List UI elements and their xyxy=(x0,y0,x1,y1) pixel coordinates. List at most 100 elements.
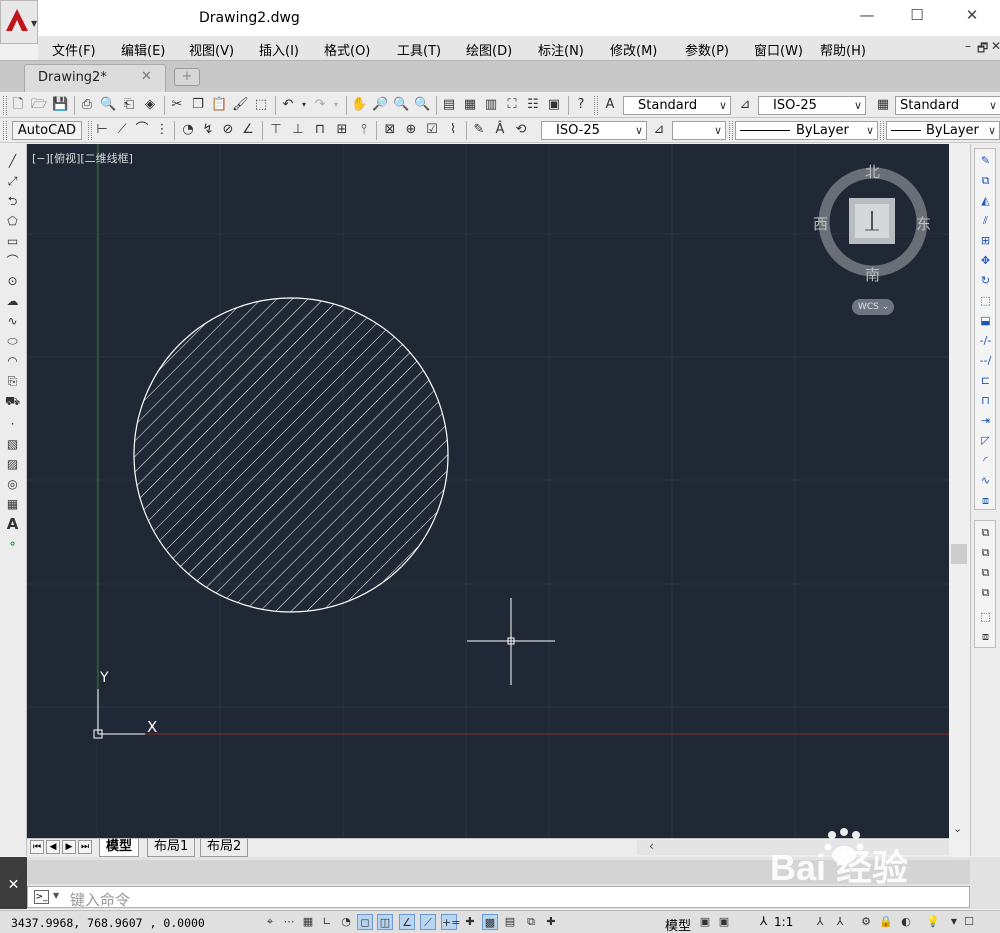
viewcube-south[interactable]: 南 xyxy=(865,264,880,285)
save-icon[interactable]: 💾 xyxy=(52,97,68,113)
break-at-point-icon[interactable]: ⊏ xyxy=(977,373,994,389)
viewport-controls-label[interactable]: [−][俯视][二维线框] xyxy=(32,150,133,166)
tab-model[interactable]: 模型 xyxy=(99,839,140,857)
dimension-text-edit-icon[interactable]: Â xyxy=(492,122,508,138)
object-snap-icon[interactable]: ◻ xyxy=(357,914,373,930)
text-style-select[interactable]: Standard ∨ xyxy=(623,96,731,115)
workspace-label[interactable]: AutoCAD xyxy=(12,121,82,140)
annotation-monitor-icon[interactable]: ✚ xyxy=(543,914,559,930)
linear-dimension-icon[interactable]: ⊢ xyxy=(94,122,110,138)
block-editor-icon[interactable]: ⬚ xyxy=(253,97,269,113)
tool-palettes-icon[interactable]: ▥ xyxy=(483,97,499,113)
array-icon[interactable]: ⊞ xyxy=(977,233,994,249)
mirror-icon[interactable]: ◭ xyxy=(977,193,994,209)
polyline-icon[interactable]: ⮌ xyxy=(4,193,21,209)
new-tab-button[interactable]: + xyxy=(174,68,200,86)
polar-tracking-icon[interactable]: ◔ xyxy=(338,914,354,930)
linetype-select[interactable]: ByLayer ∨ xyxy=(735,121,878,140)
command-prompt-icon[interactable]: >_ xyxy=(34,890,49,904)
chevron-down-icon[interactable]: ▾ xyxy=(296,97,312,113)
table-style-icon[interactable]: ▦ xyxy=(875,97,891,113)
quick-view-drawings-icon[interactable]: ▣ xyxy=(716,914,732,930)
extend-icon[interactable]: --/ xyxy=(977,353,994,369)
break-icon[interactable]: ⊓ xyxy=(977,393,994,409)
application-menu-button[interactable]: ▼ xyxy=(0,0,38,44)
viewcube-north[interactable]: 北 xyxy=(865,161,880,182)
jogged-linear-icon[interactable]: ⌇ xyxy=(445,122,461,138)
sheet-set-icon[interactable]: ⛶ xyxy=(504,97,520,113)
first-layout-icon[interactable]: ⏮ xyxy=(30,840,44,854)
arc-length-icon[interactable]: ⌒ xyxy=(134,122,150,138)
region-icon[interactable]: ◎ xyxy=(4,476,21,492)
model-space-toggle[interactable]: 模型 xyxy=(665,915,691,933)
bring-to-front-icon[interactable]: ⧉ xyxy=(977,525,994,541)
menu-insert[interactable]: 插入(I) xyxy=(259,40,299,59)
text-to-front-icon[interactable]: ⬚ xyxy=(977,609,994,625)
jogged-dimension-icon[interactable]: ↯ xyxy=(200,122,216,138)
tab-layout2[interactable]: 布局2 xyxy=(200,839,249,857)
annotation-scale-icon[interactable]: ⅄ xyxy=(760,914,767,928)
trim-icon[interactable]: -/- xyxy=(977,333,994,349)
menu-format[interactable]: 格式(O) xyxy=(324,40,370,59)
grid-display-icon[interactable]: ▦ xyxy=(300,914,316,930)
polygon-icon[interactable]: ⬠ xyxy=(4,213,21,229)
menu-modify[interactable]: 修改(M) xyxy=(610,40,657,59)
join-icon[interactable]: ⇥ xyxy=(977,413,994,429)
zoom-window-icon[interactable]: 🔍 xyxy=(393,97,409,113)
ellipse-icon[interactable]: ⬭ xyxy=(4,333,21,349)
table-style-select[interactable]: Standard ∨ xyxy=(895,96,1000,115)
text-style-icon[interactable]: A xyxy=(602,97,618,113)
cursor-coordinates[interactable]: 3437.9968, 768.9607 , 0.0000 xyxy=(11,916,205,930)
dynamic-input-icon[interactable]: += xyxy=(441,914,460,930)
quick-dimension-icon[interactable]: ⊤ xyxy=(268,122,284,138)
hatch-icon[interactable]: ▧ xyxy=(4,436,21,452)
baseline-dimension-icon[interactable]: ⊥ xyxy=(290,122,306,138)
infer-constraints-icon[interactable]: ⌖ xyxy=(262,914,278,930)
zoom-realtime-icon[interactable]: 🔎 xyxy=(372,97,388,113)
vertical-scrollbar[interactable] xyxy=(949,144,969,838)
tolerance-icon[interactable]: ⊠ xyxy=(382,122,398,138)
dimension-style-select-2[interactable]: ISO-25 ∨ xyxy=(541,121,647,140)
paste-icon[interactable]: 📋 xyxy=(211,97,227,113)
rectangle-icon[interactable]: ▭ xyxy=(4,233,21,249)
menu-help[interactable]: 帮助(H) xyxy=(820,40,866,59)
ortho-mode-icon[interactable]: ∟ xyxy=(319,914,335,930)
point-icon[interactable]: · xyxy=(4,416,21,432)
3d-print-icon[interactable]: ◈ xyxy=(142,97,158,113)
fillet-icon[interactable]: ◜ xyxy=(977,453,994,469)
design-center-icon[interactable]: ▦ xyxy=(462,97,478,113)
spline-icon[interactable]: ∿ xyxy=(4,313,21,329)
dynamic-ucs-icon[interactable]: ⟋ xyxy=(420,914,436,930)
snap-mode-icon[interactable]: ⋯ xyxy=(281,914,297,930)
chevron-down-icon[interactable]: ▾ xyxy=(328,97,344,113)
lineweight-display-icon[interactable]: ✚ xyxy=(462,914,478,930)
menu-dimension[interactable]: 标注(N) xyxy=(538,40,584,59)
drawing-canvas[interactable]: [−][俯视][二维线框] 北 南 东 西 WCS ⌄ Y X xyxy=(27,144,949,838)
close-icon[interactable]: ✕ xyxy=(141,69,152,84)
help-icon[interactable]: ? xyxy=(573,97,589,113)
dimension-edit-icon[interactable]: ✎ xyxy=(471,122,487,138)
ordinate-dimension-icon[interactable]: ⋮ xyxy=(154,122,170,138)
chamfer-icon[interactable]: ◸ xyxy=(977,433,994,449)
viewcube-east[interactable]: 东 xyxy=(916,213,931,234)
gradient-icon[interactable]: ▨ xyxy=(4,456,21,472)
aligned-dimension-icon[interactable]: ⟋ xyxy=(114,122,130,138)
explode-icon[interactable]: ⧈ xyxy=(977,493,994,509)
redo-icon[interactable]: ↷ xyxy=(312,97,328,113)
publish-icon[interactable]: ⎗ xyxy=(121,97,137,113)
open-icon[interactable]: 🗁 xyxy=(31,97,47,113)
dimension-break-icon[interactable]: ⫯ xyxy=(356,122,372,138)
transparency-icon[interactable]: ▩ xyxy=(482,914,498,930)
dimension-style-icon[interactable]: ⊿ xyxy=(737,97,753,113)
radius-dimension-icon[interactable]: ◔ xyxy=(180,122,196,138)
menu-window[interactable]: 窗口(W) xyxy=(754,40,803,59)
move-icon[interactable]: ✥ xyxy=(977,253,994,269)
match-properties-icon[interactable]: 🖌 xyxy=(232,97,249,113)
arc-icon[interactable]: ⌒ xyxy=(4,253,21,269)
quickcalc-icon[interactable]: ▣ xyxy=(546,97,562,113)
scale-icon[interactable]: ⬚ xyxy=(977,293,994,309)
doc-close-button[interactable]: ✕ xyxy=(991,39,1000,53)
quick-properties-icon[interactable]: ▤ xyxy=(502,914,518,930)
copy-object-icon[interactable]: ⧉ xyxy=(977,173,994,189)
wcs-menu-button[interactable]: WCS ⌄ xyxy=(852,299,894,315)
